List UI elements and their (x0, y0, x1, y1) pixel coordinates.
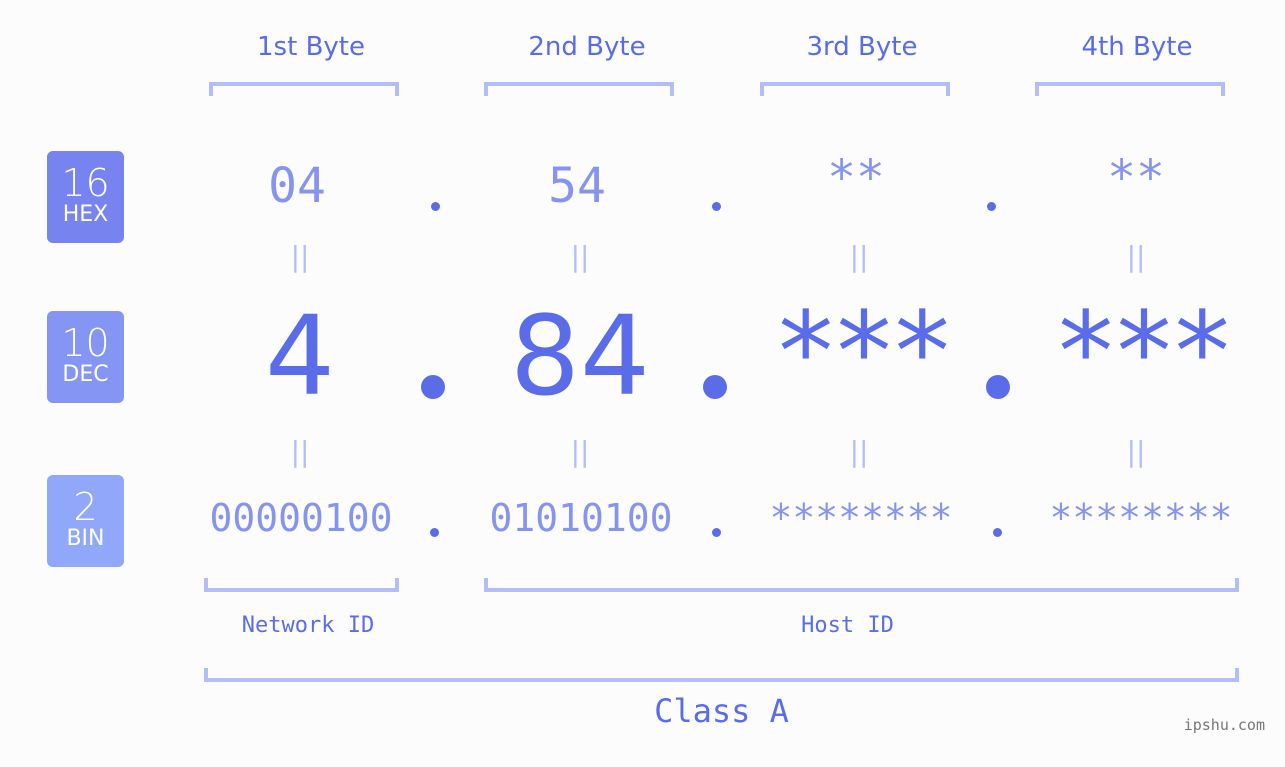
bin-dot-1 (430, 528, 439, 537)
dec-byte-1: 4 (265, 292, 335, 420)
hex-badge-label: HEX (62, 202, 109, 227)
byte-3-bracket (760, 82, 950, 96)
bin-byte-1: 00000100 (209, 496, 393, 540)
bin-dot-2 (712, 528, 721, 537)
class-bracket (204, 668, 1239, 682)
hex-dot-3 (987, 202, 996, 211)
byte-1-bracket (209, 82, 399, 96)
hex-badge: 16 HEX (47, 151, 124, 243)
byte-header-1: 1st Byte (257, 32, 365, 62)
byte-header-3: 3rd Byte (806, 32, 918, 62)
equals-icon: || (290, 240, 310, 273)
hex-byte-2: 54 (548, 158, 606, 214)
bin-byte-4: ******** (1049, 496, 1233, 540)
dec-dot-1 (421, 375, 445, 399)
watermark: ipshu.com (1183, 716, 1265, 734)
dec-badge-base: 10 (61, 321, 110, 365)
dec-byte-3: *** (772, 288, 956, 416)
bin-badge: 2 BIN (47, 475, 124, 567)
dec-badge: 10 DEC (47, 311, 124, 403)
hex-byte-1: 04 (268, 158, 326, 214)
byte-2-bracket (484, 82, 674, 96)
dec-byte-2: 84 (510, 292, 650, 420)
hex-byte-4: ** (1107, 150, 1165, 206)
bin-badge-label: BIN (66, 526, 105, 551)
byte-4-bracket (1035, 82, 1225, 96)
equals-icon: || (290, 435, 310, 468)
dec-dot-2 (703, 375, 727, 399)
network-id-bracket (204, 578, 399, 592)
host-id-bracket (484, 578, 1239, 592)
bin-byte-2: 01010100 (489, 496, 673, 540)
network-id-label: Network ID (241, 613, 375, 638)
equals-icon: || (1126, 435, 1146, 468)
dec-badge-label: DEC (62, 362, 109, 387)
bin-byte-3: ******** (769, 496, 953, 540)
byte-header-2: 2nd Byte (528, 32, 646, 62)
hex-dot-2 (712, 202, 721, 211)
host-id-label: Host ID (801, 613, 894, 638)
bin-dot-3 (993, 528, 1002, 537)
hex-badge-base: 16 (61, 161, 110, 205)
bin-badge-base: 2 (73, 485, 98, 529)
equals-icon: || (570, 435, 590, 468)
equals-icon: || (849, 435, 869, 468)
dec-dot-3 (986, 375, 1010, 399)
class-label: Class A (654, 692, 789, 730)
equals-icon: || (570, 240, 590, 273)
equals-icon: || (1126, 240, 1146, 273)
equals-icon: || (849, 240, 869, 273)
hex-dot-1 (431, 202, 440, 211)
byte-header-4: 4th Byte (1081, 32, 1193, 62)
dec-byte-4: *** (1052, 288, 1236, 416)
hex-byte-3: ** (827, 150, 885, 206)
